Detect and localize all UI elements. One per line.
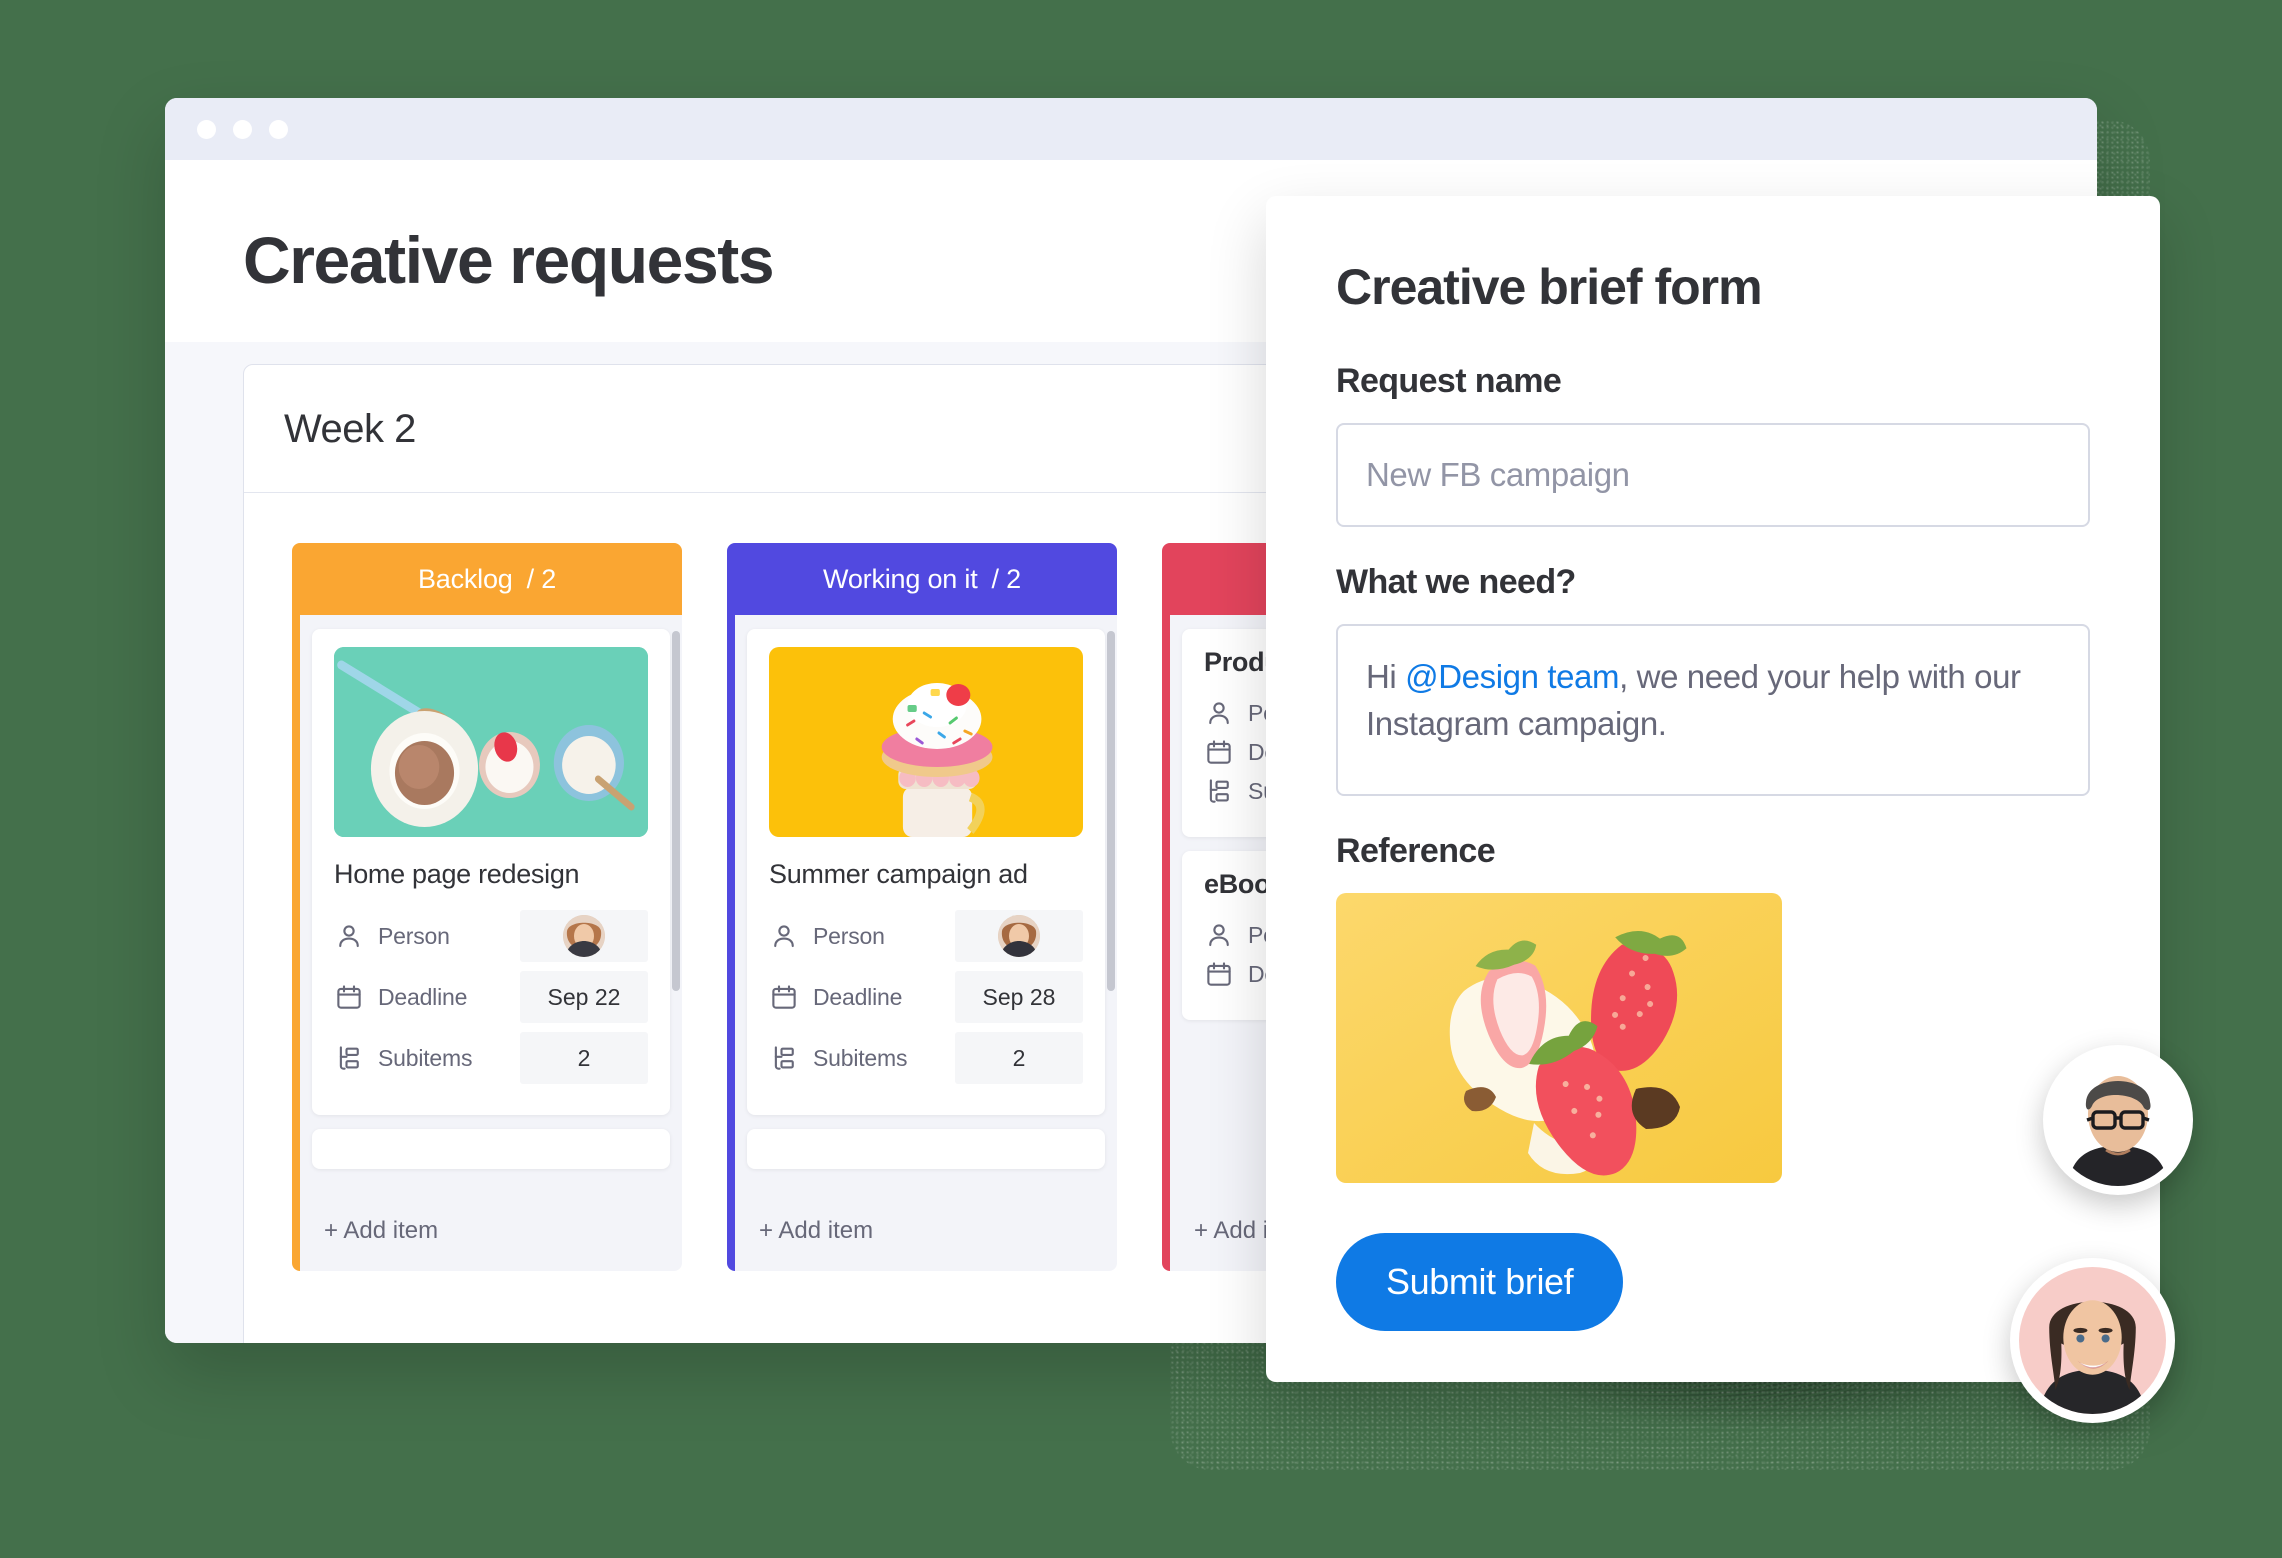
reference-thumbnail-strawberries[interactable] <box>1336 893 1782 1183</box>
column-count: / 2 <box>991 563 1022 594</box>
person-icon <box>1204 698 1234 728</box>
task-field-label: Deadline <box>813 983 903 1010</box>
avatar <box>998 915 1040 957</box>
column-header-backlog[interactable]: Backlog / 2 <box>292 543 682 615</box>
task-card[interactable]: Summer campaign ad Person Deadline Sep 2… <box>747 629 1105 1115</box>
creative-brief-form: Creative brief form Request name New FB … <box>1266 196 2160 1382</box>
task-field-label: Deadline <box>378 983 468 1010</box>
task-field-value[interactable]: 2 <box>520 1032 648 1084</box>
task-card-partial[interactable] <box>312 1129 670 1169</box>
request-name-input[interactable]: New FB campaign <box>1336 423 2090 527</box>
mention-design-team[interactable]: @Design team <box>1405 658 1619 695</box>
subitems-icon <box>334 1043 364 1073</box>
task-field-deadline[interactable]: Deadline Sep 22 <box>334 971 648 1023</box>
person-icon <box>1204 920 1234 950</box>
column-count: / 2 <box>526 563 557 594</box>
what-we-need-label: What we need? <box>1336 563 1576 601</box>
avatar-bubble-1[interactable] <box>2043 1045 2193 1195</box>
column-header-working-on-it[interactable]: Working on it / 2 <box>727 543 1117 615</box>
window-close-dot[interactable] <box>197 119 216 139</box>
avatar-bubble-2[interactable] <box>2010 1258 2175 1423</box>
task-card-partial[interactable] <box>747 1129 1105 1169</box>
column-body-backlog: Home page redesign Person Deadline Sep 2… <box>292 615 682 1195</box>
task-field-label: Person <box>378 922 450 949</box>
task-field-subitems[interactable]: Subitems 2 <box>334 1032 648 1084</box>
task-thumbnail-ice-cream <box>334 647 648 837</box>
task-title: Home page redesign <box>334 859 580 889</box>
task-field-value[interactable]: 2 <box>955 1032 1083 1084</box>
add-item-button-working-on-it[interactable]: + Add item <box>727 1195 1117 1271</box>
task-field-person[interactable]: Person <box>769 910 1083 962</box>
board-column-working-on-it: Working on it / 2 Summer campaign ad Per… <box>727 543 1117 1271</box>
window-titlebar <box>165 98 2097 160</box>
window-minimize-dot[interactable] <box>233 119 252 139</box>
calendar-icon <box>1204 737 1234 767</box>
task-field-value[interactable] <box>520 910 648 962</box>
task-field-value[interactable] <box>955 910 1083 962</box>
add-item-button-backlog[interactable]: + Add item <box>292 1195 682 1271</box>
column-label: Working on it <box>823 563 978 594</box>
task-field-deadline[interactable]: Deadline Sep 28 <box>769 971 1083 1023</box>
subitems-icon <box>1204 776 1234 806</box>
submit-brief-button[interactable]: Submit brief <box>1336 1233 1624 1331</box>
board-column-backlog: Backlog / 2 Home page redesign Person De… <box>292 543 682 1271</box>
task-title: Summer campaign ad <box>769 859 1028 889</box>
avatar-image-male <box>2052 1054 2184 1186</box>
window-maximize-dot[interactable] <box>269 119 288 139</box>
calendar-icon <box>1204 959 1234 989</box>
request-name-label: Request name <box>1336 362 1562 400</box>
task-field-label: Person <box>813 922 885 949</box>
task-field-label: Subitems <box>813 1044 908 1071</box>
calendar-icon <box>769 982 799 1012</box>
column-body-working-on-it: Summer campaign ad Person Deadline Sep 2… <box>727 615 1117 1195</box>
reference-label: Reference <box>1336 832 1496 870</box>
person-icon <box>334 921 364 951</box>
task-card[interactable]: Home page redesign Person Deadline Sep 2… <box>312 629 670 1115</box>
task-field-subitems[interactable]: Subitems 2 <box>769 1032 1083 1084</box>
form-title: Creative brief form <box>1336 259 1763 315</box>
column-scrollbar[interactable] <box>1107 631 1115 991</box>
person-icon <box>769 921 799 951</box>
task-field-value[interactable]: Sep 22 <box>520 971 648 1023</box>
textarea-prefix: Hi <box>1366 658 1406 695</box>
subitems-icon <box>769 1043 799 1073</box>
calendar-icon <box>334 982 364 1012</box>
column-scrollbar[interactable] <box>672 631 680 991</box>
avatar <box>563 915 605 957</box>
screenshot-stage: Creative requests Week 2 Backlog / 2 Hom… <box>0 0 2282 1558</box>
task-field-person[interactable]: Person <box>334 910 648 962</box>
avatar-image-female <box>2019 1267 2166 1414</box>
column-label: Backlog <box>417 563 513 594</box>
task-thumbnail-donut-shake <box>769 647 1083 837</box>
task-field-label: Subitems <box>378 1044 473 1071</box>
what-we-need-textarea[interactable]: Hi @Design team, we need your help with … <box>1336 624 2090 796</box>
task-field-value[interactable]: Sep 28 <box>955 971 1083 1023</box>
